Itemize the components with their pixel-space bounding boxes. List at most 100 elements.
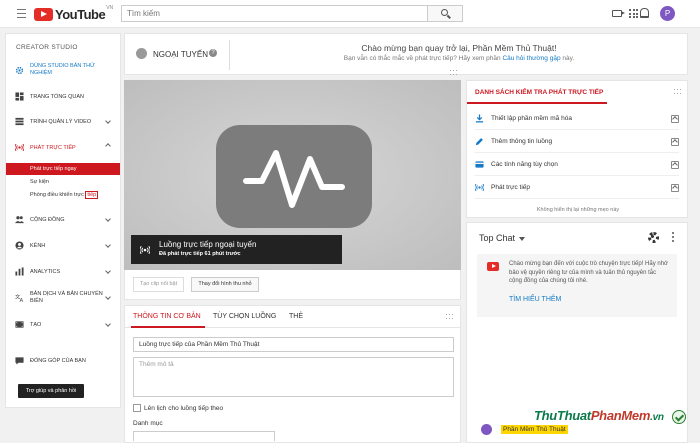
live-icon: [15, 143, 24, 152]
sidebar-item-contributions[interactable]: ĐÓNG GÓP CỦA BẠN: [6, 355, 120, 367]
svg-text:A: A: [20, 298, 24, 302]
sidebar-item-label: CỘNG ĐỒNG: [30, 217, 65, 223]
sidebar-item-label: KÊNH: [30, 243, 46, 249]
create-highlight-clip-button[interactable]: Tạo clip nổi bật: [133, 277, 184, 292]
faq-link[interactable]: Câu hỏi thường gặp: [502, 55, 560, 62]
welcome-subtext: Bạn vẫn có thắc mắc về phát trực tiếp? H…: [231, 55, 687, 62]
sidebar-item-dashboard[interactable]: TRANG TỔNG QUAN: [6, 91, 120, 103]
create-icon: [15, 321, 24, 328]
apps-icon[interactable]: [629, 9, 638, 18]
chat-welcome-card: Chào mừng bạn đến với cuộc trò chuyện tr…: [477, 254, 677, 317]
chat-welcome-message: Chào mừng bạn đến với cuộc trò chuyện tr…: [509, 261, 668, 284]
sidebar-subitem-control-room[interactable]: Phòng điều khiển trực tiếp: [6, 189, 120, 201]
checklist-item-label: Phát trực tiếp: [491, 184, 531, 191]
drag-handle-icon[interactable]: [450, 70, 457, 76]
watermark-part2: PhanMem: [590, 408, 651, 423]
category-label: Danh mục: [133, 420, 163, 427]
checklist-item-go-live[interactable]: Phát trực tiếp: [475, 176, 679, 199]
schedule-next-stream-checkbox[interactable]: [133, 404, 141, 412]
creator-studio-sidebar: CREATOR STUDIO DÙNG STUDIO BẢN THỬ NGHIỆ…: [5, 33, 121, 408]
sidebar-item-label: ANALYTICS: [30, 269, 61, 275]
collapse-icon[interactable]: [671, 184, 679, 192]
collapse-icon[interactable]: [671, 138, 679, 146]
chat-mode-selector[interactable]: Top Chat: [479, 233, 515, 243]
sidebar-item-create[interactable]: TẠO: [6, 319, 120, 331]
gear-icon[interactable]: [648, 232, 659, 243]
avatar[interactable]: P: [660, 6, 675, 21]
sidebar-item-live[interactable]: PHÁT TRỰC TIẾP: [6, 142, 120, 154]
info-tabs: THÔNG TIN CƠ BẢN TÙY CHỌN LUỒNG THẺ: [125, 306, 460, 328]
welcome-subtext-prefix: Bạn vẫn có thắc mắc về phát trực tiếp? H…: [343, 55, 501, 62]
sidebar-item-community[interactable]: CỘNG ĐỒNG: [6, 214, 120, 226]
collapse-icon[interactable]: [671, 115, 679, 123]
avatar: [481, 424, 492, 435]
logo-region: VN: [106, 5, 114, 11]
tab-cards[interactable]: THẺ: [289, 313, 303, 320]
offline-status-dot: [136, 48, 147, 59]
learn-more-link[interactable]: TÌM HIỂU THÊM: [509, 296, 561, 303]
live-checklist-panel: DANH SÁCH KIỂM TRA PHÁT TRỰC TIẾP Thiết …: [466, 80, 688, 218]
checklist-title: DANH SÁCH KIỂM TRA PHÁT TRỰC TIẾP: [475, 89, 604, 96]
checklist-title-underline: [467, 102, 607, 104]
sidebar-item-studio-beta[interactable]: DÙNG STUDIO BẢN THỬ NGHIỆM: [6, 62, 120, 78]
chevron-down-icon: [105, 321, 111, 327]
category-select[interactable]: [133, 431, 275, 441]
sidebar-item-label: ĐÓNG GÓP CỦA BẠN: [30, 358, 86, 364]
tab-stream-options[interactable]: TÙY CHỌN LUỒNG: [213, 313, 276, 320]
more-vertical-icon[interactable]: [672, 232, 674, 243]
dismiss-tips-link[interactable]: Không hiển thị lại những mẹo này: [467, 207, 689, 213]
description-field[interactable]: Thêm mô tả: [133, 357, 454, 397]
overlay-title: Luồng trực tiếp ngoại tuyến: [159, 240, 257, 249]
sidebar-item-translations[interactable]: 文 A BẢN DỊCH VÀ BẢN CHUYỂN BIÊN: [6, 290, 120, 306]
live-icon: [475, 183, 484, 192]
sidebar-item-analytics[interactable]: ANALYTICS: [6, 266, 120, 278]
schedule-next-stream-label: Lên lịch cho luồng tiếp theo: [144, 405, 224, 412]
drag-handle-icon[interactable]: [674, 89, 681, 95]
checklist-item-label: Thêm thông tin luồng: [491, 138, 553, 145]
divider: [229, 40, 230, 70]
sidebar-title: CREATOR STUDIO: [16, 44, 78, 51]
sidebar-item-label: PHÁT TRỰC TIẾP: [30, 145, 76, 151]
chevron-down-icon: [105, 216, 111, 222]
watermark-part1: ThuThuat: [534, 408, 591, 423]
sidebar-item-label: TẠO: [30, 322, 42, 328]
notifications-icon[interactable]: [640, 8, 649, 18]
youtube-logo[interactable]: YouTube VN: [34, 5, 114, 22]
search-button[interactable]: [428, 5, 463, 22]
caret-down-icon[interactable]: [519, 237, 525, 241]
sidebar-item-label: TRÌNH QUẢN LÝ VIDEO: [30, 119, 92, 125]
sidebar-subitem-badge: tiếp: [85, 191, 99, 199]
stream-info-panel: THÔNG TIN CƠ BẢN TÙY CHỌN LUỒNG THẺ Luồn…: [124, 305, 461, 443]
checklist-item-label: Các tính năng tùy chọn: [491, 161, 558, 168]
change-thumbnail-button[interactable]: Thay đổi hình thu nhỏ: [191, 277, 259, 292]
welcome-message: Chào mừng bạn quay trở lại, Phần Mềm Thủ…: [361, 43, 557, 53]
chevron-up-icon: [105, 143, 111, 149]
search-icon: [441, 9, 448, 16]
checklist-item-optional-features[interactable]: Các tính năng tùy chọn: [475, 153, 679, 176]
collapse-icon[interactable]: [671, 161, 679, 169]
search-input[interactable]: [122, 6, 427, 21]
sidebar-subitem-events[interactable]: Sự kiện: [6, 176, 120, 188]
download-icon: [475, 114, 484, 123]
stream-preview-player[interactable]: Luồng trực tiếp ngoại tuyến Đã phát trực…: [124, 80, 461, 270]
player-actions: Tạo clip nổi bật Thay đổi hình thu nhỏ: [124, 270, 461, 300]
upload-video-icon[interactable]: [612, 10, 625, 17]
tab-basic-info[interactable]: THÔNG TIN CƠ BẢN: [133, 313, 201, 320]
checklist-item-stream-info[interactable]: Thêm thông tin luồng: [475, 130, 679, 153]
help-icon[interactable]: ?: [209, 49, 217, 57]
analytics-icon: [15, 267, 24, 276]
video-manager-icon: [15, 117, 24, 126]
checklist-item-label: Thiết lập phần mềm mã hóa: [491, 115, 572, 122]
help-feedback-button[interactable]: Trợ giúp và phản hồi: [18, 384, 84, 398]
sidebar-item-video-manager[interactable]: TRÌNH QUẢN LÝ VIDEO: [6, 116, 120, 128]
menu-icon[interactable]: [17, 9, 26, 18]
drag-handle-icon[interactable]: [446, 314, 453, 320]
contribute-icon: [15, 357, 24, 365]
sidebar-subitem-live-now[interactable]: Phát trực tiếp ngay: [6, 163, 120, 175]
sidebar-item-channel[interactable]: KÊNH: [6, 240, 120, 252]
stream-status-overlay: Luồng trực tiếp ngoại tuyến Đã phát trực…: [131, 235, 342, 264]
checklist-item-encoder[interactable]: Thiết lập phần mềm mã hóa: [475, 107, 679, 130]
overlay-subtitle: Đã phát trực tiếp 61 phút trước: [159, 251, 241, 257]
stream-title-field[interactable]: Luồng trực tiếp của Phần Mềm Thủ Thuật: [133, 337, 454, 352]
chevron-down-icon: [105, 268, 111, 274]
